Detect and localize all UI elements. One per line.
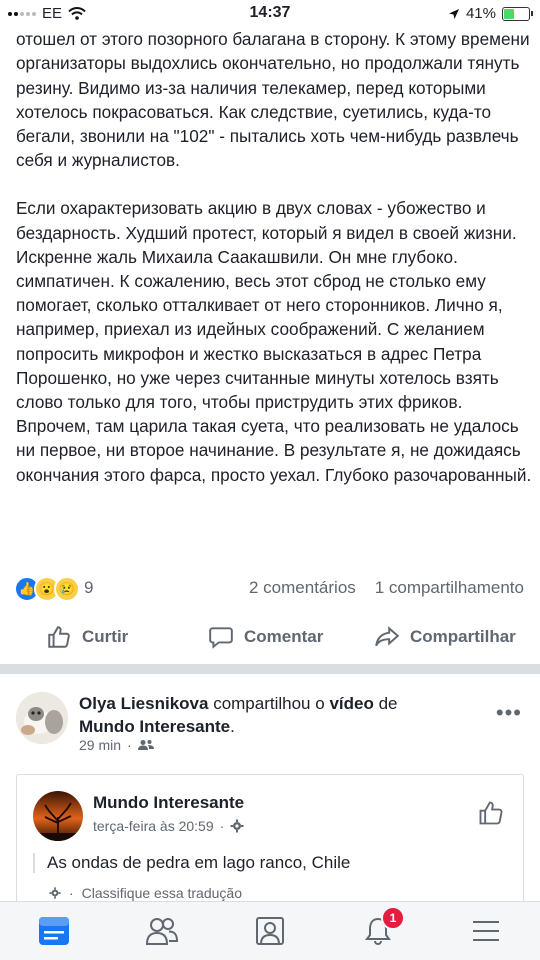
inner-meta-dot: ·: [219, 818, 225, 834]
battery-icon: [502, 6, 533, 21]
cat-photo-icon: [16, 692, 68, 744]
news-feed-icon: [39, 917, 69, 945]
tab-news-feed[interactable]: [37, 914, 71, 948]
more-options-icon[interactable]: •••: [496, 700, 522, 726]
share-label: Compartilhar: [410, 627, 516, 646]
tab-friends[interactable]: [145, 914, 179, 948]
notification-badge: 1: [381, 906, 405, 930]
comment-bubble-icon: [209, 627, 233, 649]
translate-dot: ·: [69, 885, 74, 901]
thumbs-up-outline-icon: [479, 801, 503, 825]
status-bar: EE 14:37 41%: [0, 0, 540, 28]
of-text: de: [378, 694, 398, 713]
post-paragraph-2: Если охарактеризовать акцию в двух слова…: [16, 198, 517, 243]
reaction-count[interactable]: 9: [84, 578, 93, 598]
settings-gear-icon: [49, 887, 61, 899]
hamburger-menu-icon: [473, 921, 499, 941]
comments-shares-summary[interactable]: 2 comentários 1 compartilhamento: [249, 578, 524, 598]
globe-gear-icon: [230, 819, 244, 833]
comment-label: Comentar: [244, 627, 324, 646]
sad-reaction-icon: 😢: [54, 576, 80, 602]
share-button[interactable]: Compartilhar: [374, 624, 516, 650]
friends-audience-icon: [137, 740, 154, 750]
sharer-avatar[interactable]: [16, 692, 68, 744]
page-name-link[interactable]: Mundo Interesante: [79, 717, 230, 736]
status-right: 41%: [448, 5, 533, 22]
inner-post-text: As ondas de pedra em lago ranco, Chile: [33, 853, 350, 873]
profile-icon: [256, 917, 284, 945]
friends-icon: [145, 918, 179, 945]
inner-post-time[interactable]: terça-feira às 20:59: [93, 818, 214, 834]
sunset-tree-icon: [33, 791, 83, 841]
inner-page-name[interactable]: Mundo Interesante: [93, 793, 244, 813]
bottom-tab-bar: 1: [0, 901, 540, 960]
post-paragraph-1: Короче, через 10-15 минут я уже пожалел,…: [16, 5, 530, 171]
like-label: Curtir: [82, 627, 129, 646]
tab-notifications[interactable]: 1: [361, 906, 405, 948]
tab-menu[interactable]: [469, 914, 503, 948]
shared-video-card[interactable]: Mundo Interesante terça-feira às 20:59 ·…: [16, 774, 524, 916]
page-avatar[interactable]: [33, 791, 83, 841]
shares-count[interactable]: 1 compartilhamento: [375, 578, 524, 597]
meta-dot: ·: [127, 737, 132, 753]
translation-row[interactable]: · Classifique essa tradução: [49, 885, 242, 901]
location-arrow-icon: [448, 8, 459, 19]
reaction-icons[interactable]: 👍 😮 😢: [14, 576, 80, 602]
tab-profile[interactable]: [253, 914, 287, 948]
sharer-name[interactable]: Olya Liesnikova: [79, 694, 208, 713]
post-body: Короче, через 10-15 минут я уже пожалел,…: [16, 3, 532, 487]
share-header: Olya Liesnikova compartilhou o vídeo de …: [79, 694, 398, 736]
comments-count[interactable]: 2 comentários: [249, 578, 356, 597]
post-paragraph-3: Искренне жаль Михаила Саакашвили. Он мне…: [16, 246, 532, 485]
reactions-row[interactable]: 👍 😮 😢 9 2 comentários 1 compartilhamento: [14, 574, 524, 602]
battery-percent: 41%: [465, 5, 496, 22]
share-arrow-icon: [375, 626, 400, 647]
battery-fill: [504, 8, 514, 19]
video-link[interactable]: vídeo: [329, 694, 373, 713]
rate-translation-link[interactable]: Classifique essa tradução: [82, 885, 242, 901]
inner-meta: terça-feira às 20:59 ·: [93, 818, 244, 834]
shared-text: compartilhou o: [213, 694, 325, 713]
thumbs-up-icon: [48, 626, 70, 648]
share-meta: 29 min ·: [79, 737, 154, 753]
share-time[interactable]: 29 min: [79, 737, 121, 753]
like-button[interactable]: Curtir: [46, 624, 128, 650]
comment-button[interactable]: Comentar: [208, 624, 323, 650]
inner-like-button[interactable]: [477, 799, 505, 832]
post-action-bar: Curtir Comentar Compartilhar: [0, 624, 540, 660]
feed-separator: [0, 664, 540, 674]
